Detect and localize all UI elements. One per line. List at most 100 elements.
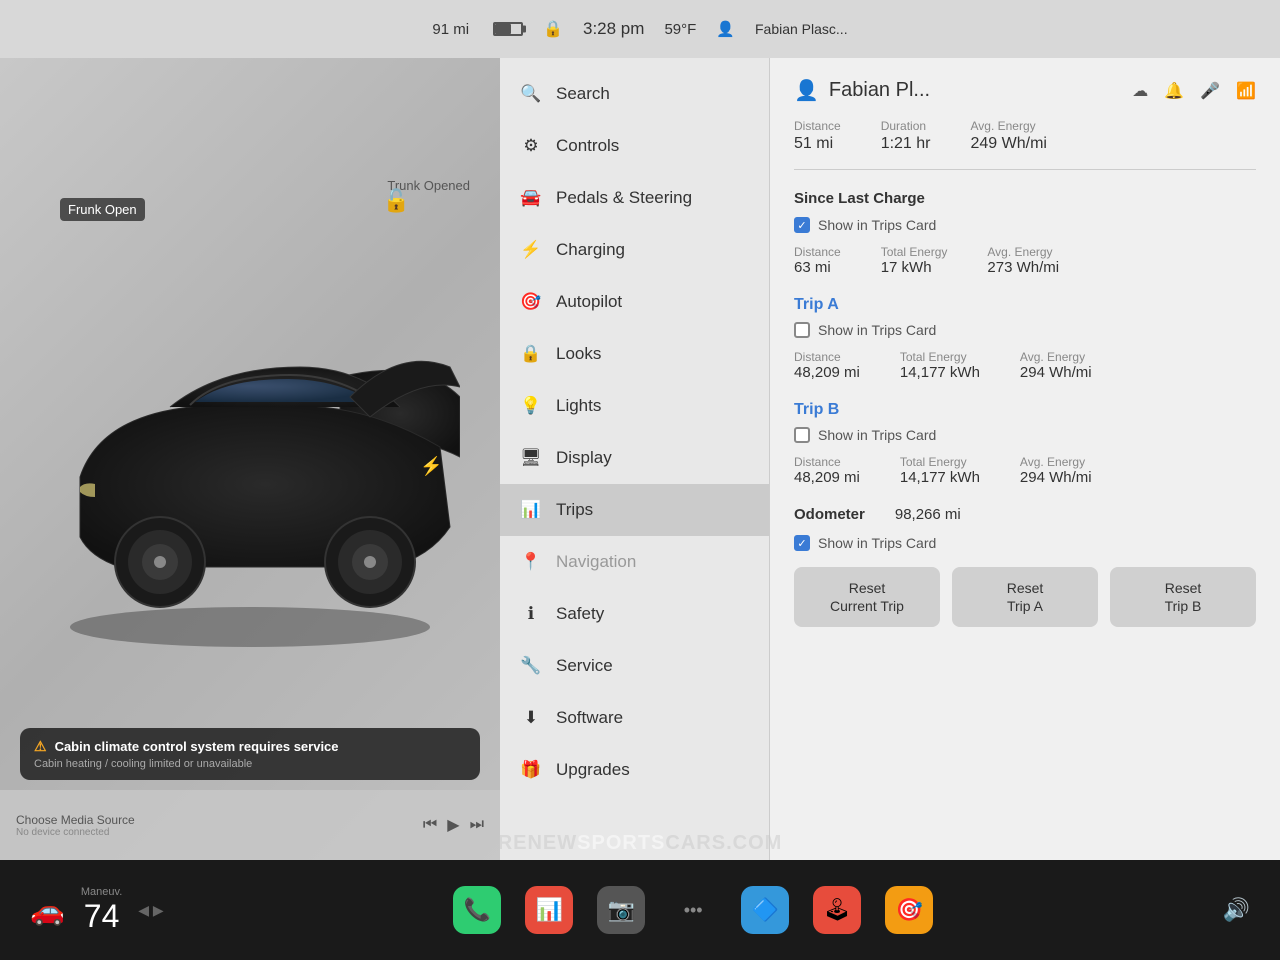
user-profile-icon: 👤 [794,78,819,103]
speed-display: Maneuv. 74 [81,886,122,935]
since-last-charge-checkbox[interactable]: ✓ [794,217,810,233]
menu-item-display[interactable]: 🖥 Display [500,432,769,484]
trip-b-data: Distance 48,209 mi Total Energy 14,177 k… [794,455,1256,486]
warning-icon: ⚠ [34,738,47,755]
search-icon: 🔍 [520,84,542,104]
since-last-charge-section: Since Last Charge ✓ Show in Trips Card D… [794,190,1256,276]
reset-trip-b-button[interactable]: ResetTrip B [1110,567,1256,627]
watermark-prefix: RENEW [498,832,577,854]
trip-b-total-energy: Total Energy 14,177 kWh [900,455,980,486]
bluetooth-icon-button[interactable]: 🔷 [741,886,789,934]
menu-item-safety[interactable]: ℹ Safety [500,588,769,640]
odometer-show-trips[interactable]: ✓ Show in Trips Card [794,535,1256,551]
car-panel: ⚡ Frunk Open Trunk Opened 🔓 ⚠ Cabin clim… [0,58,500,860]
svg-text:⚡: ⚡ [420,455,442,477]
music-icon-button[interactable]: 📊 [525,886,573,934]
trips-user: 👤 Fabian Pl... [794,78,930,103]
menu-item-software[interactable]: ⬇ Software [500,692,769,744]
watermark-suffix: CARS.COM [665,832,782,854]
trip-b-checkbox[interactable] [794,427,810,443]
taskbar-center: 📞 📊 📷 ••• 🔷 🕹 🎯 [453,886,933,934]
menu-item-controls[interactable]: ⚙ Controls [500,120,769,172]
odometer-checkbox[interactable]: ✓ [794,535,810,551]
lock-icon: 🔒 [543,19,563,39]
charging-icon: ⚡ [520,240,542,260]
trip-b-show-trips[interactable]: Show in Trips Card [794,427,1256,443]
trip-a-distance: Distance 48,209 mi [794,350,860,381]
more-icon-button[interactable]: ••• [669,886,717,934]
temp-display: 59°F [664,21,696,38]
since-last-charge-data: Distance 63 mi Total Energy 17 kWh Avg. … [794,245,1256,276]
bell-icon[interactable]: 🔔 [1164,81,1184,101]
trip-stat-energy: Avg. Energy 249 Wh/mi [971,119,1047,153]
car-taskbar-icon[interactable]: 🚗 [30,894,65,927]
menu-item-search[interactable]: 🔍 Search [500,68,769,120]
gamepad-icon-button[interactable]: 🕹 [813,886,861,934]
trips-panel: 👤 Fabian Pl... ☁ 🔔 🎤 📶 Distance 51 mi Du… [770,58,1280,860]
user-icon: 👤 [716,20,735,38]
trip-a-avg-energy: Avg. Energy 294 Wh/mi [1020,350,1092,381]
trip-b-avg-energy: Avg. Energy 294 Wh/mi [1020,455,1092,486]
phone-icon-button[interactable]: 📞 [453,886,501,934]
volume-icon[interactable]: 🔊 [1223,897,1250,923]
alert-bar: ⚠ Cabin climate control system requires … [20,728,480,780]
battery-icon [493,22,523,36]
trip-a-title: Trip A [794,296,1256,314]
range-display: 91 mi [432,21,469,38]
camera-icon-button[interactable]: 📷 [597,886,645,934]
trip-a-total-energy: Total Energy 14,177 kWh [900,350,980,381]
trips-icon: 📊 [520,500,542,520]
speed-value: 74 [81,898,122,935]
reset-current-trip-button[interactable]: ResetCurrent Trip [794,567,940,627]
since-last-charge-show-trips[interactable]: ✓ Show in Trips Card [794,217,1256,233]
time-display: 3:28 pm [583,19,644,39]
trip-b-title: Trip B [794,401,1256,419]
speed-label: Maneuv. [81,886,122,898]
trip-a-checkbox[interactable] [794,322,810,338]
display-icon: 🖥 [520,448,542,468]
menu-item-trips[interactable]: 📊 Trips [500,484,769,536]
trips-icons: ☁ 🔔 🎤 📶 [1132,81,1256,101]
menu-item-service[interactable]: 🔧 Service [500,640,769,692]
watermark-highlight: SPORTS [577,832,665,854]
looks-icon: 🔒 [520,344,542,364]
trips-header: 👤 Fabian Pl... ☁ 🔔 🎤 📶 [794,78,1256,103]
menu-item-lights[interactable]: 💡 Lights [500,380,769,432]
odometer-value: 98,266 mi [895,506,961,523]
watermark: RENEWSPORTSCARS.COM [0,832,1280,855]
trip-a-data: Distance 48,209 mi Total Energy 14,177 k… [794,350,1256,381]
lights-icon: 💡 [520,396,542,416]
signal-icon: 📶 [1236,81,1256,101]
menu-item-autopilot[interactable]: 🎯 Autopilot [500,276,769,328]
alert-title: ⚠ Cabin climate control system requires … [34,738,466,755]
menu-panel: 🔍 Search ⚙ Controls 🚘 Pedals & Steering … [500,58,770,860]
lock-indicator: 🔓 [383,188,410,214]
software-icon: ⬇ [520,708,542,728]
trip-a-show-trips[interactable]: Show in Trips Card [794,322,1256,338]
reset-trip-a-button[interactable]: ResetTrip A [952,567,1098,627]
menu-item-looks[interactable]: 🔒 Looks [500,328,769,380]
menu-item-upgrades[interactable]: 🎁 Upgrades [500,744,769,796]
menu-item-pedals[interactable]: 🚘 Pedals & Steering [500,172,769,224]
toys-icon-button[interactable]: 🎯 [885,886,933,934]
service-icon: 🔧 [520,656,542,676]
safety-icon: ℹ [520,604,542,624]
trip-a-section: Trip A Show in Trips Card Distance 48,20… [794,296,1256,381]
menu-item-charging[interactable]: ⚡ Charging [500,224,769,276]
autopilot-icon: 🎯 [520,292,542,312]
media-source: Choose Media Source [16,813,135,827]
alert-subtitle: Cabin heating / cooling limited or unava… [34,758,466,770]
menu-item-navigation[interactable]: 📍 Navigation [500,536,769,588]
mic-icon[interactable]: 🎤 [1200,81,1220,101]
odometer-row: Odometer 98,266 mi [794,506,1256,523]
user-name: Fabian Plasc... [755,21,848,37]
pedals-icon: 🚘 [520,188,542,208]
reset-buttons: ResetCurrent Trip ResetTrip A ResetTrip … [794,567,1256,627]
since-last-charge-title: Since Last Charge [794,190,1256,207]
trip-stat-distance: Distance 51 mi [794,119,841,153]
taskbar-right: 🔊 [1223,897,1250,923]
slc-total-energy: Total Energy 17 kWh [881,245,948,276]
trip-b-section: Trip B Show in Trips Card Distance 48,20… [794,401,1256,486]
taskbar: 🚗 Maneuv. 74 ◀ ▶ 📞 📊 📷 ••• 🔷 🕹 🎯 🔊 [0,860,1280,960]
car-visualization: ⚡ [40,297,460,657]
